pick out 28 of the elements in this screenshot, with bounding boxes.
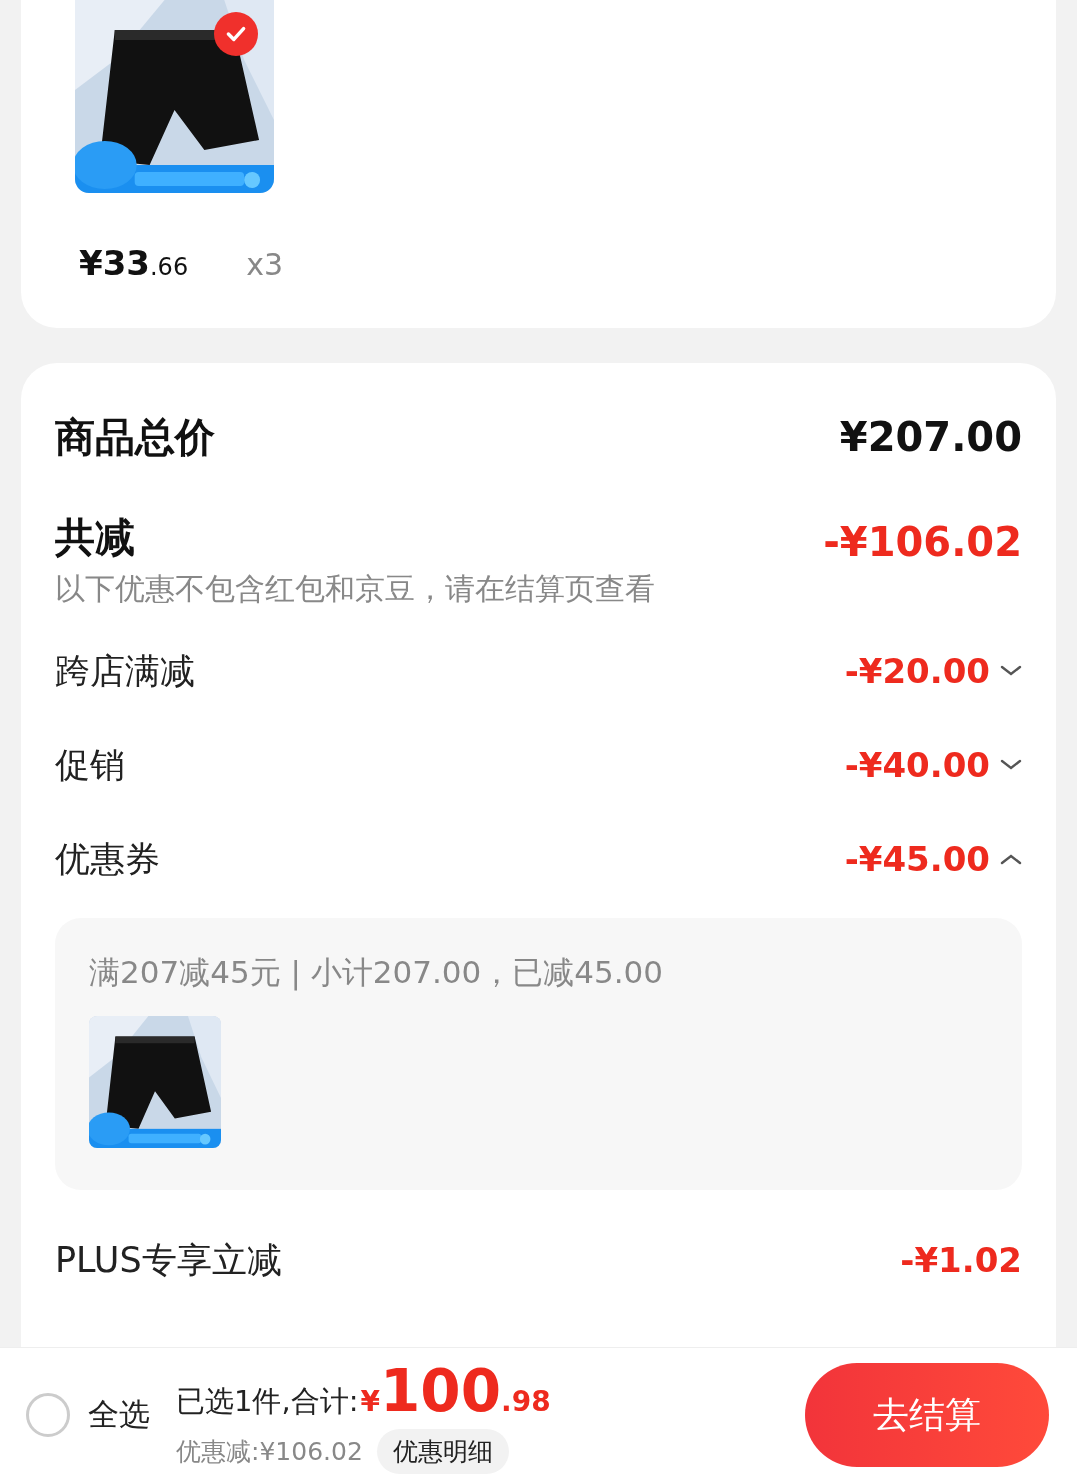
- discount-item-value: -¥45.00: [844, 839, 990, 879]
- discount-item-value: -¥20.00: [844, 651, 990, 691]
- chevron-down-icon[interactable]: [1000, 759, 1022, 771]
- discount-item-label: 跨店满减: [55, 649, 195, 693]
- selected-count: 已选1件,合计:: [176, 1382, 359, 1420]
- discount-total: 优惠减:¥106.02: [176, 1435, 363, 1468]
- plus-label: PLUS专享立减: [55, 1238, 282, 1282]
- quantity: x3: [246, 247, 283, 282]
- total-value: ¥207.00: [839, 414, 1022, 460]
- select-all-checkbox[interactable]: [26, 1393, 70, 1437]
- total-decimal: .98: [501, 1384, 551, 1418]
- total-amount: 100: [379, 1356, 501, 1425]
- plus-value: -¥1.02: [900, 1240, 1022, 1280]
- discount-label: 共减: [55, 513, 135, 562]
- discount-item-label: 优惠券: [55, 837, 160, 881]
- product-price: ¥33.66: [79, 243, 189, 283]
- select-all-label: 全选: [88, 1395, 150, 1434]
- chevron-up-icon[interactable]: [1000, 853, 1022, 865]
- checkout-button[interactable]: 去结算: [805, 1363, 1049, 1467]
- discount-value: -¥106.02: [823, 519, 1022, 565]
- discount-item-label: 促销: [55, 743, 125, 787]
- discount-note: 以下优惠不包含红包和京豆，请在结算页查看: [55, 570, 656, 608]
- discount-item-value: -¥40.00: [844, 745, 990, 785]
- chevron-down-icon[interactable]: [1000, 665, 1022, 677]
- discount-detail-button[interactable]: 优惠明细: [376, 1428, 509, 1474]
- currency-sign: ¥: [360, 1384, 380, 1418]
- total-label: 商品总价: [55, 412, 215, 462]
- coupon-detail-text: 满207减45元 | 小计207.00，已减45.00: [89, 953, 664, 993]
